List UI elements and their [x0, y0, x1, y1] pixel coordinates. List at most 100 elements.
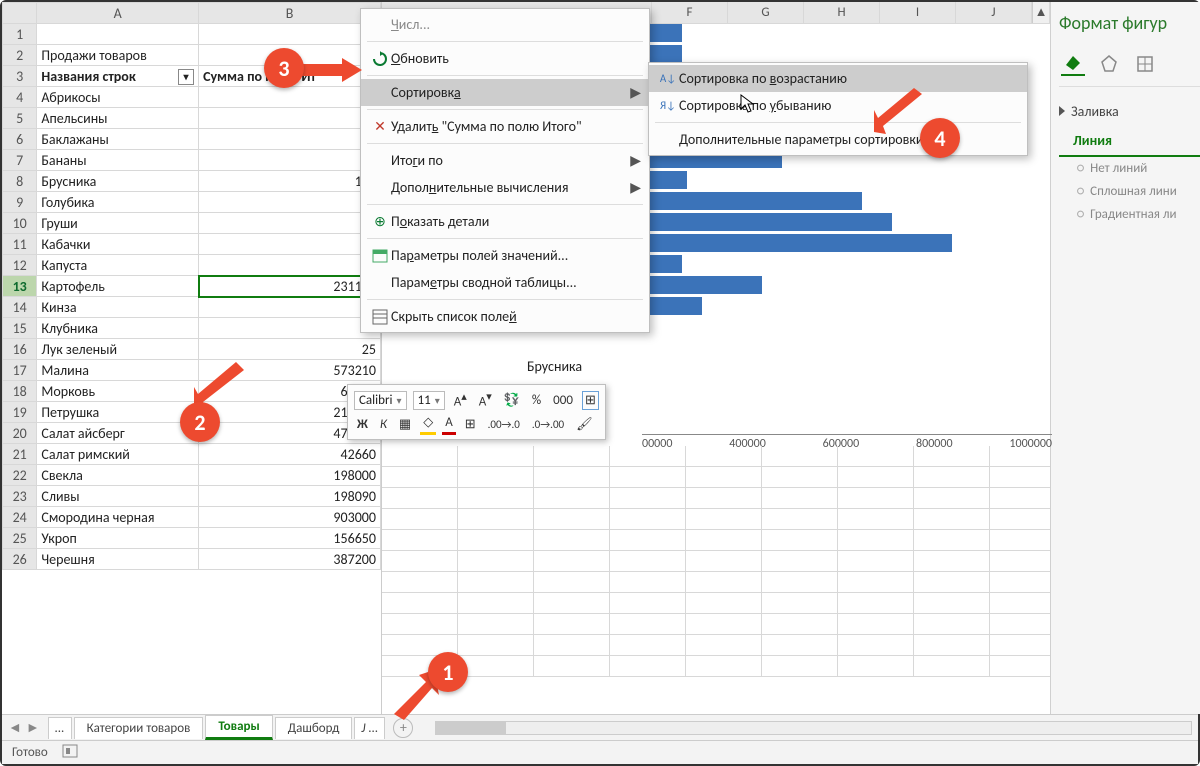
- select-all-corner[interactable]: [3, 3, 37, 24]
- pivot-value-cell[interactable]: 18: [199, 297, 381, 318]
- pivot-row-label[interactable]: Картофель: [37, 276, 199, 297]
- row-header[interactable]: 12: [3, 255, 37, 276]
- row-header[interactable]: 4: [3, 87, 37, 108]
- fill-color-icon[interactable]: ◇: [420, 413, 436, 435]
- format-painter-icon[interactable]: 🖌: [573, 415, 596, 434]
- tab-dashboard[interactable]: Дашборд: [275, 717, 353, 739]
- tab-nav-next[interactable]: ►: [26, 719, 40, 736]
- borders-all-icon[interactable]: ⊞: [462, 415, 479, 434]
- ctx-refresh[interactable]: Обновить: [361, 45, 649, 72]
- pivot-row-label[interactable]: Кинза: [37, 297, 199, 318]
- col-header[interactable]: G: [728, 2, 804, 23]
- row-header[interactable]: 16: [3, 339, 37, 360]
- pivot-row-labels-header[interactable]: Названия строк ▾: [37, 66, 199, 87]
- row-header[interactable]: 8: [3, 171, 37, 192]
- size-tab-icon[interactable]: [1133, 52, 1157, 76]
- pivot-row-label[interactable]: Клубника: [37, 318, 199, 339]
- row-header[interactable]: 24: [3, 507, 37, 528]
- row-header[interactable]: 2: [3, 45, 37, 66]
- row-header[interactable]: 5: [3, 108, 37, 129]
- row-header[interactable]: 18: [3, 381, 37, 402]
- pivot-value-cell[interactable]: 10: [199, 255, 381, 276]
- increase-font-icon[interactable]: A▴: [451, 388, 470, 411]
- col-header[interactable]: J: [956, 2, 1032, 23]
- decrease-decimal-icon[interactable]: .0→.00: [529, 416, 567, 433]
- col-header[interactable]: F: [652, 2, 728, 23]
- pivot-row-label[interactable]: Салат римский: [37, 444, 199, 465]
- col-header[interactable]: I: [880, 2, 956, 23]
- pivot-row-label[interactable]: Смородина черная: [37, 507, 199, 528]
- row-header[interactable]: 23: [3, 486, 37, 507]
- merge-icon[interactable]: ⊞: [582, 391, 599, 410]
- col-header-B[interactable]: B: [199, 3, 381, 24]
- line-solid-radio[interactable]: Сплошная лини: [1059, 180, 1200, 203]
- tab-products[interactable]: Товары: [205, 715, 272, 740]
- row-header[interactable]: 26: [3, 549, 37, 570]
- borders-icon[interactable]: ▦: [396, 415, 414, 434]
- pivot-row-label[interactable]: Бананы: [37, 150, 199, 171]
- pivot-row-label[interactable]: Брусника: [37, 171, 199, 192]
- ctx-pivot-options[interactable]: Параметры сводной таблицы...: [361, 269, 649, 296]
- sort-ascending[interactable]: А↓ Сортировка по возрастанию: [649, 65, 1027, 92]
- row-header[interactable]: 3: [3, 66, 37, 87]
- ctx-number-format[interactable]: Числ...: [361, 11, 649, 38]
- pivot-row-label[interactable]: Капуста: [37, 255, 199, 276]
- fill-line-tab-icon[interactable]: [1061, 52, 1085, 76]
- pivot-row-label[interactable]: Морковь: [37, 381, 199, 402]
- title-cell[interactable]: Продажи товаров: [37, 45, 199, 66]
- tab-overflow[interactable]: ...: [48, 717, 72, 739]
- row-header[interactable]: 10: [3, 213, 37, 234]
- pivot-value-cell[interactable]: 156650: [199, 528, 381, 549]
- tab-extra[interactable]: J ...: [354, 717, 385, 739]
- ctx-sort[interactable]: Сортировка ▶: [361, 79, 649, 106]
- ctx-delete-field[interactable]: ✕ Удалить "Сумма по полю Итого": [361, 113, 649, 140]
- pivot-value-cell[interactable]: 198000: [199, 465, 381, 486]
- macro-record-icon[interactable]: [62, 744, 78, 762]
- row-header[interactable]: 22: [3, 465, 37, 486]
- row-header[interactable]: 13: [3, 276, 37, 297]
- pivot-row-label[interactable]: Черешня: [37, 549, 199, 570]
- pivot-value-cell[interactable]: 25: [199, 339, 381, 360]
- tab-categories[interactable]: Категории товаров: [74, 717, 204, 739]
- row-header[interactable]: 9: [3, 192, 37, 213]
- line-gradient-radio[interactable]: Градиентная ли: [1059, 203, 1200, 226]
- line-section[interactable]: Линия: [1059, 126, 1200, 157]
- pivot-row-label[interactable]: Голубика: [37, 192, 199, 213]
- pivot-row-label[interactable]: Лук зеленый: [37, 339, 199, 360]
- bold-button[interactable]: Ж: [354, 415, 371, 434]
- row-header[interactable]: 25: [3, 528, 37, 549]
- italic-button[interactable]: К: [377, 415, 390, 434]
- pivot-value-cell[interactable]: 903000: [199, 507, 381, 528]
- comma-format-icon[interactable]: 000: [550, 391, 576, 410]
- ctx-hide-field-list[interactable]: Скрыть список полей: [361, 303, 649, 330]
- pivot-value-cell[interactable]: 100: [199, 171, 381, 192]
- row-header[interactable]: 19: [3, 402, 37, 423]
- accounting-format-icon[interactable]: 💱: [501, 391, 523, 410]
- pivot-row-label[interactable]: Укроп: [37, 528, 199, 549]
- line-none-radio[interactable]: Нет линий: [1059, 157, 1200, 180]
- pivot-row-label[interactable]: Свекла: [37, 465, 199, 486]
- col-header[interactable]: H: [804, 2, 880, 23]
- pivot-value-cell[interactable]: 42660: [199, 444, 381, 465]
- row-header[interactable]: 20: [3, 423, 37, 444]
- pivot-value-cell[interactable]: 387200: [199, 549, 381, 570]
- row-header[interactable]: 7: [3, 150, 37, 171]
- ctx-value-field-settings[interactable]: Параметры полей значений...: [361, 242, 649, 269]
- pivot-table-grid[interactable]: A B 1 2 Продажи товаров 3 Названия строк: [2, 2, 382, 714]
- row-header[interactable]: 17: [3, 360, 37, 381]
- pivot-value-cell[interactable]: 65: [199, 108, 381, 129]
- pivot-row-label[interactable]: Кабачки: [37, 234, 199, 255]
- sort-descending[interactable]: Я↓ Сортировка по убыванию: [649, 92, 1027, 119]
- pivot-value-cell[interactable]: 60: [199, 192, 381, 213]
- pivot-value-cell[interactable]: 36: [199, 150, 381, 171]
- row-header[interactable]: 14: [3, 297, 37, 318]
- percent-format-icon[interactable]: %: [529, 391, 544, 410]
- pivot-row-label[interactable]: Баклажаны: [37, 129, 199, 150]
- horizontal-scrollbar[interactable]: [435, 721, 1192, 735]
- row-header[interactable]: 21: [3, 444, 37, 465]
- effects-tab-icon[interactable]: [1097, 52, 1121, 76]
- pivot-value-cell[interactable]: 35: [199, 87, 381, 108]
- pivot-value-cell[interactable]: 10: [199, 213, 381, 234]
- pivot-row-label[interactable]: Сливы: [37, 486, 199, 507]
- pivot-value-cell[interactable]: 54: [199, 318, 381, 339]
